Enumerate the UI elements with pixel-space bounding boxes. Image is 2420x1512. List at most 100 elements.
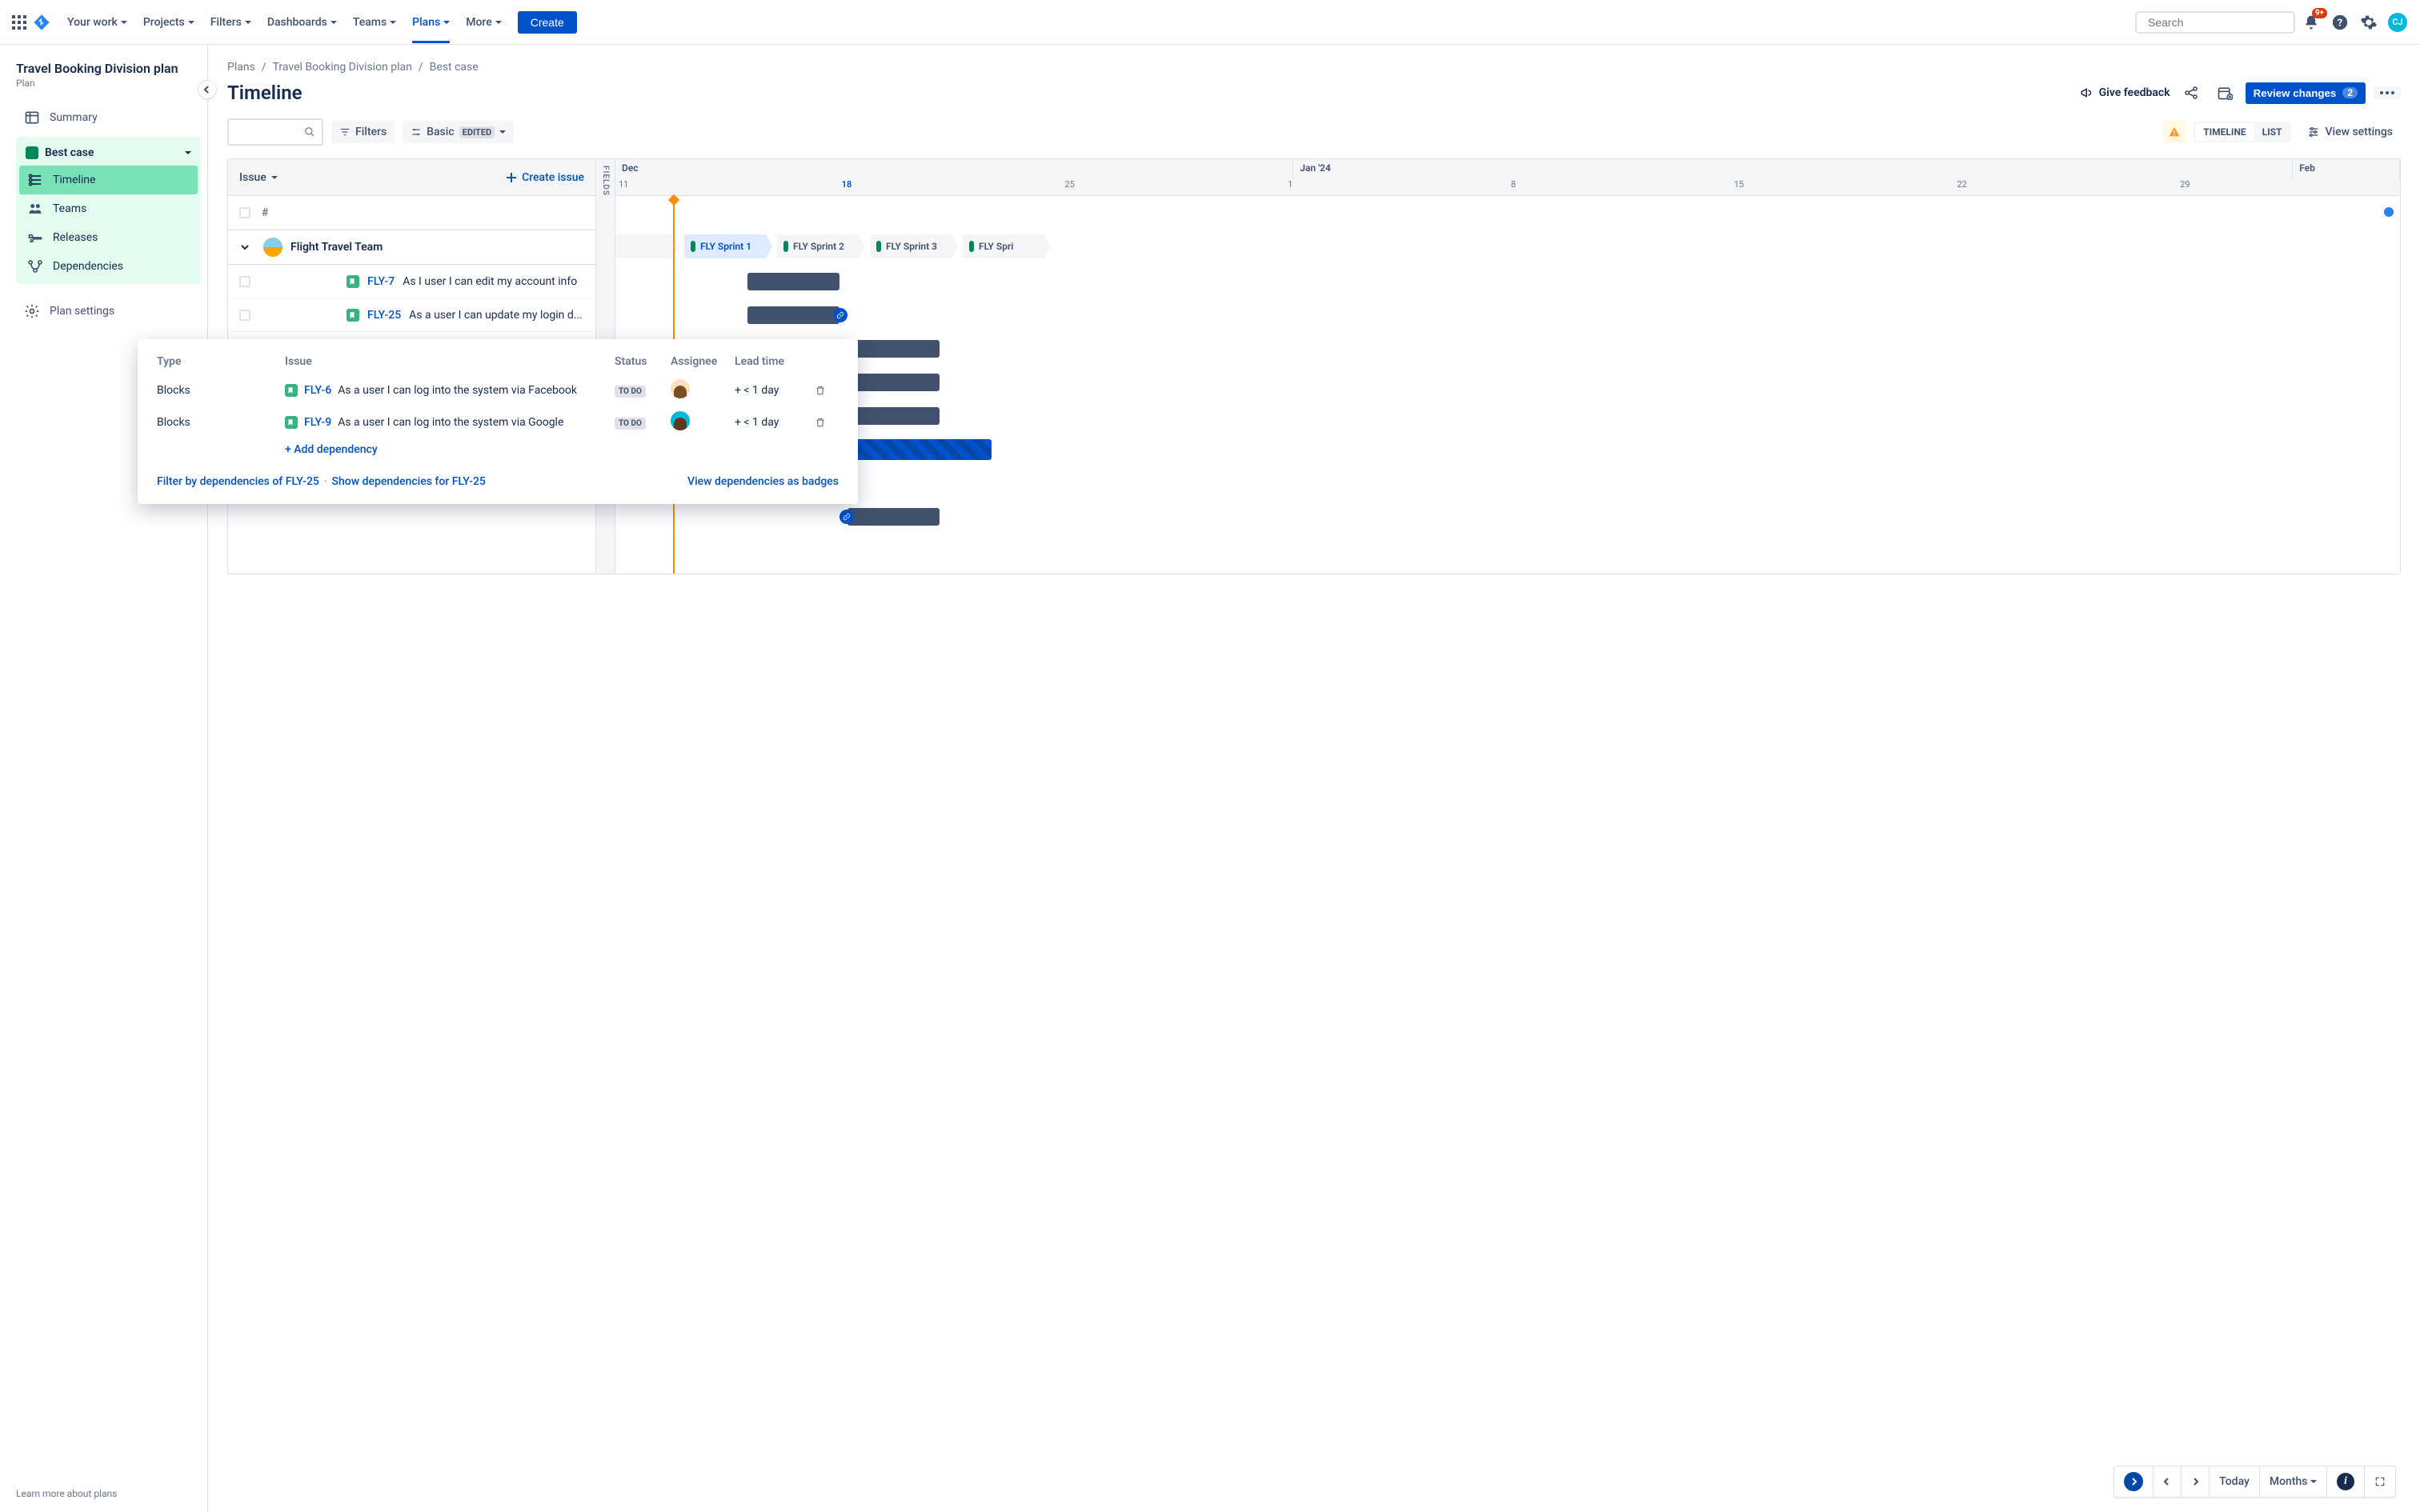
assignee-avatar[interactable] [671,411,690,430]
sidebar-plan-settings[interactable]: Plan settings [16,297,201,326]
issue-column-header[interactable]: Issue [239,171,278,184]
nav-next[interactable] [2182,1466,2210,1497]
share-icon[interactable] [2178,80,2204,106]
filters-button[interactable]: Filters [331,121,395,143]
issue-bar[interactable] [847,508,940,526]
sidebar-dependencies[interactable]: Dependencies [19,252,198,281]
fullscreen-button[interactable] [2365,1466,2395,1497]
sprint-prev[interactable]: rint [615,234,679,258]
issue-bar[interactable] [847,374,940,391]
col-issue: Issue [285,355,615,368]
page-title: Timeline [227,82,302,104]
checkbox[interactable] [239,207,250,218]
view-settings-button[interactable]: View settings [2299,121,2401,143]
review-changes-button[interactable]: Review changes 2 [2246,82,2366,104]
dependency-row: Blocks FLY-6 As a user I can log into th… [157,379,839,402]
view-deps-badges-link[interactable]: View dependencies as badges [687,475,839,488]
sprint-1[interactable]: FLY Sprint 1 [684,234,772,258]
delete-dep-button[interactable] [815,417,839,428]
issue-key[interactable]: FLY-6 [304,384,331,397]
breadcrumb-plan[interactable]: Travel Booking Division plan [273,61,412,74]
story-icon [285,416,298,429]
settings-icon[interactable] [2356,10,2382,35]
toggle-list[interactable]: LIST [2254,123,2290,141]
gear-icon [24,303,40,319]
issue-row[interactable]: FLY-7 As I user I can edit my account in… [228,265,595,298]
milestone-dot-icon[interactable] [2384,207,2394,217]
help-icon[interactable]: ? [2327,10,2353,35]
checkbox[interactable] [239,310,250,321]
col-status: Status [615,355,671,368]
nav-filters[interactable]: Filters [204,13,258,32]
nav-more[interactable]: More [459,13,508,32]
info-button[interactable]: i [2327,1466,2365,1497]
dep-type: Blocks [157,416,285,429]
status-badge: TO DO [615,386,646,398]
issue-row[interactable]: FLY-25 As a user I can update my login d… [228,298,595,332]
issue-key[interactable]: FLY-9 [304,416,331,429]
jira-logo-icon[interactable] [32,14,51,31]
sidebar-releases[interactable]: Releases [19,223,198,252]
show-deps-link[interactable]: Show dependencies for FLY-25 [332,475,486,488]
nav-teams[interactable]: Teams [347,13,403,32]
issue-key[interactable]: FLY-25 [367,309,401,322]
zoom-select[interactable]: Months [2260,1466,2327,1497]
checkbox[interactable] [239,276,250,287]
chevron-down-icon [185,151,191,154]
create-issue-button[interactable]: Create issue [506,171,584,184]
more-actions-button[interactable] [2374,86,2401,99]
create-button[interactable]: Create [518,11,577,34]
teams-icon [27,201,43,217]
sprint-4[interactable]: FLY Spri [963,234,1051,258]
sprint-3[interactable]: FLY Sprint 3 [870,234,958,258]
profile-avatar[interactable]: CJ [2385,10,2410,35]
filter-by-deps-link[interactable]: Filter by dependencies of FLY-25 [157,475,319,488]
learn-more-link[interactable]: Learn more about plans [16,1482,201,1502]
delete-dep-button[interactable] [815,385,839,396]
issue-bar[interactable] [847,407,940,425]
today-button[interactable]: Today [2210,1466,2260,1497]
nav-plans[interactable]: Plans [406,13,456,32]
timeline-months: Dec Jan '24 Feb [615,159,2400,179]
nav-dashboards[interactable]: Dashboards [261,13,343,32]
add-dependency-button[interactable]: + Add dependency [285,443,839,456]
link-badge-icon[interactable] [833,308,847,322]
warning-icon[interactable] [2163,121,2186,143]
search-field[interactable] [2148,16,2293,29]
sprint-2[interactable]: FLY Sprint 2 [777,234,865,258]
nav-scroll-start[interactable] [2114,1466,2154,1497]
status-badge: TO DO [615,418,646,430]
sidebar-summary[interactable]: Summary [16,103,201,132]
plan-title: Travel Booking Division plan [16,61,201,76]
nav-projects[interactable]: Projects [137,13,201,32]
nav-prev[interactable] [2154,1466,2182,1497]
scenario-header[interactable]: Best case [19,140,198,166]
breadcrumb-plans[interactable]: Plans [227,61,255,74]
breadcrumb-scenario[interactable]: Best case [430,61,479,74]
give-feedback-button[interactable]: Give feedback [2080,86,2170,100]
filter-search-input[interactable] [227,118,323,146]
basic-filter-button[interactable]: Basic EDITED [403,121,514,143]
issue-key[interactable]: FLY-7 [367,275,395,288]
chevron-down-icon [499,130,506,134]
issue-bar[interactable] [747,273,839,290]
team-row[interactable]: Flight Travel Team [228,230,595,265]
issue-bar[interactable] [747,306,839,324]
notifications-icon[interactable]: 9+ [2298,10,2324,35]
calendar-icon[interactable] [2212,80,2238,106]
search-icon [304,126,315,138]
issue-bar-striped[interactable] [847,439,992,460]
toggle-timeline[interactable]: TIMELINE [2195,123,2254,141]
timeline-icon [27,172,43,188]
search-input[interactable] [2135,11,2295,34]
sidebar-timeline[interactable]: Timeline [19,166,198,194]
nav-your-work[interactable]: Your work [61,13,134,32]
link-badge-icon[interactable] [839,510,854,524]
sidebar-teams[interactable]: Teams [19,194,198,223]
releases-icon [27,230,43,246]
app-switcher-icon[interactable] [10,13,29,32]
assignee-avatar[interactable] [671,379,690,398]
issue-bar[interactable] [847,340,940,358]
chevron-down-icon [495,21,502,24]
timeline-row [615,433,2400,466]
